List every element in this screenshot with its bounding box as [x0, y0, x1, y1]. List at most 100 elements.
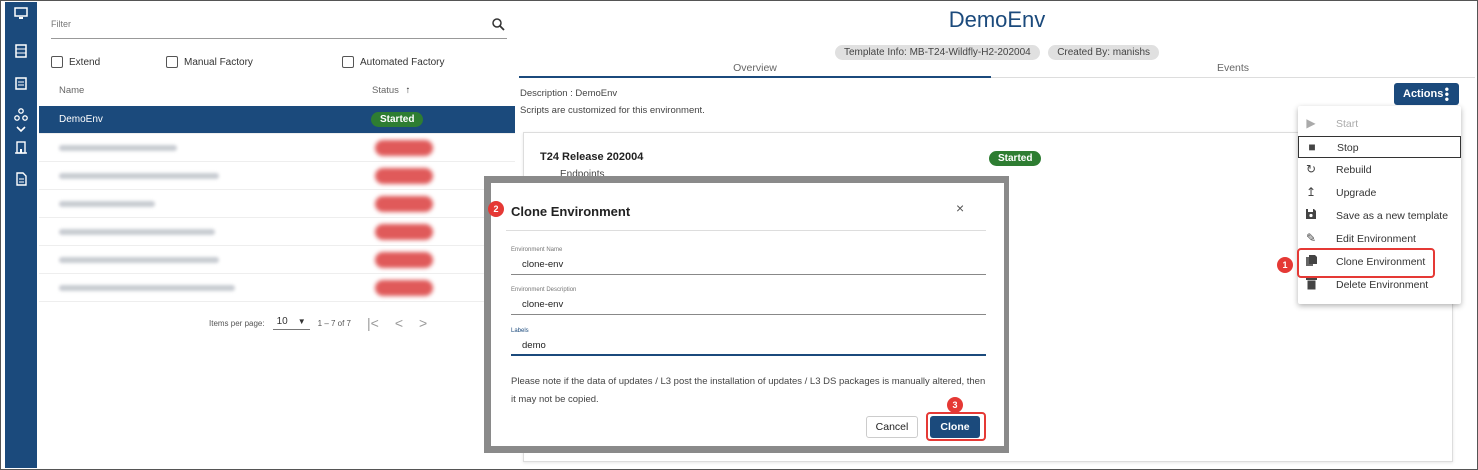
trash-icon: [1304, 277, 1318, 291]
page-title: DemoEnv: [948, 7, 1046, 32]
scripts-note: Scripts are customized for this environm…: [520, 105, 705, 116]
server-icon[interactable]: [13, 44, 29, 60]
table-row[interactable]: [39, 162, 515, 190]
menu-item-label: Rebuild: [1336, 164, 1372, 176]
menu-item-start[interactable]: ▶ Start: [1298, 113, 1461, 135]
table-row[interactable]: [39, 246, 515, 274]
checkbox-label: Extend: [69, 56, 101, 68]
cancel-button[interactable]: Cancel: [866, 416, 918, 438]
environment-name-field[interactable]: Environment Name clone-env: [511, 247, 986, 275]
column-header-status[interactable]: Status ↑: [372, 85, 410, 96]
menu-item-edit-environment[interactable]: ✎ Edit Environment: [1298, 228, 1461, 250]
filter-input[interactable]: Filter: [51, 13, 507, 39]
environment-list-panel: Filter Extend Manual Factory Automated F…: [39, 1, 515, 469]
redacted-name: [59, 257, 219, 263]
checkbox-box[interactable]: [51, 56, 63, 68]
actions-label: Actions: [1403, 88, 1444, 100]
save-icon: [1304, 208, 1318, 222]
menu-item-upgrade[interactable]: ↥ Upgrade: [1298, 182, 1461, 204]
menu-item-save-template[interactable]: Save as a new template: [1298, 205, 1461, 227]
dialog-title: Clone Environment: [511, 204, 631, 219]
release-status-badge: Started: [989, 151, 1042, 166]
redacted-name: [59, 229, 215, 235]
column-header-status-label: Status: [372, 85, 399, 96]
app-window: Filter Extend Manual Factory Automated F…: [0, 0, 1478, 470]
labels-field[interactable]: Labels demo: [511, 328, 986, 356]
redacted-name: [59, 145, 177, 151]
first-page-icon[interactable]: |<: [367, 315, 379, 331]
field-value: clone-env: [522, 299, 564, 310]
menu-item-label: Start: [1336, 118, 1359, 130]
clipboard-icon[interactable]: [13, 76, 29, 92]
redacted-name: [59, 173, 219, 179]
menu-item-label: Edit Environment: [1336, 233, 1416, 245]
clone-environment-dialog: Clone Environment × Environment Name clo…: [491, 183, 1004, 446]
description-text: Description : DemoEnv: [520, 88, 618, 99]
step-badge-3: 3: [947, 397, 963, 413]
monitor-icon[interactable]: [13, 6, 29, 22]
redacted-status: [375, 196, 433, 212]
menu-item-rebuild[interactable]: ↻ Rebuild: [1298, 159, 1461, 181]
items-per-page-value: 10: [276, 316, 288, 327]
items-per-page-select[interactable]: 10 ▼: [272, 316, 310, 330]
checkbox-label: Automated Factory: [360, 56, 445, 68]
items-per-page-label: Items per page:: [209, 318, 265, 328]
sort-arrow-icon: ↑: [405, 85, 411, 96]
table-row[interactable]: [39, 134, 515, 162]
dialog-divider: [506, 230, 986, 231]
column-header-name[interactable]: Name: [59, 85, 84, 96]
menu-item-label: Stop: [1337, 142, 1359, 154]
template-info-chip: Template Info: MB-T24-Wildfly-H2-202004: [834, 45, 1040, 60]
step-badge-2: 2: [488, 201, 504, 217]
checkbox-box[interactable]: [166, 56, 178, 68]
clone-button-highlight: [926, 412, 986, 441]
environment-description-field[interactable]: Environment Description clone-env: [511, 287, 986, 315]
redacted-name: [59, 201, 155, 207]
redacted-name: [59, 285, 235, 291]
field-label: Environment Name: [511, 247, 563, 253]
redacted-status: [375, 168, 433, 184]
search-icon[interactable]: [491, 17, 505, 31]
paginator: Items per page: 10 ▼ 1 – 7 of 7 |< < >: [209, 315, 427, 331]
actions-button[interactable]: Actions • • •: [1394, 83, 1459, 105]
close-icon[interactable]: ×: [956, 200, 964, 216]
field-label: Environment Description: [511, 287, 577, 293]
redacted-status: [375, 252, 433, 268]
tab-divider: [991, 77, 1475, 78]
tab-overview[interactable]: Overview: [519, 62, 991, 74]
building-icon[interactable]: [13, 140, 29, 156]
manual-factory-checkbox[interactable]: Manual Factory: [166, 56, 253, 68]
redacted-status: [375, 140, 433, 156]
status-badge: Started: [371, 112, 424, 127]
automated-factory-checkbox[interactable]: Automated Factory: [342, 56, 444, 68]
info-chips: Template Info: MB-T24-Wildfly-H2-202004 …: [515, 42, 1477, 60]
checkbox-box[interactable]: [342, 56, 354, 68]
created-by-chip: Created By: manishs: [1048, 45, 1160, 60]
menu-item-label: Delete Environment: [1336, 279, 1429, 291]
sync-icon: ↻: [1305, 162, 1317, 176]
table-row-selected[interactable]: DemoEnv Started: [39, 106, 515, 134]
stop-icon: ■: [1308, 140, 1316, 154]
table-row[interactable]: [39, 274, 515, 302]
pencil-icon: ✎: [1305, 231, 1317, 245]
previous-page-icon[interactable]: <: [395, 315, 403, 331]
extend-checkbox[interactable]: Extend: [51, 56, 100, 68]
field-label: Labels: [511, 328, 529, 334]
clone-menu-highlight: [1297, 248, 1435, 278]
document-icon[interactable]: [13, 172, 29, 188]
menu-item-stop[interactable]: ■ Stop: [1298, 136, 1461, 158]
upload-icon: ↥: [1305, 185, 1317, 199]
play-icon: ▶: [1306, 116, 1316, 130]
chevron-down-icon[interactable]: [13, 122, 29, 138]
redacted-status: [375, 280, 433, 296]
release-title: T24 Release 202004: [540, 151, 644, 163]
nav-rail: [5, 2, 37, 468]
redacted-status: [375, 224, 433, 240]
table-row[interactable]: [39, 190, 515, 218]
table-row[interactable]: [39, 218, 515, 246]
filter-placeholder: Filter: [51, 19, 71, 29]
active-tab-indicator: [519, 76, 991, 78]
tab-events[interactable]: Events: [991, 62, 1475, 74]
next-page-icon[interactable]: >: [419, 315, 427, 331]
row-name: DemoEnv: [59, 114, 103, 125]
